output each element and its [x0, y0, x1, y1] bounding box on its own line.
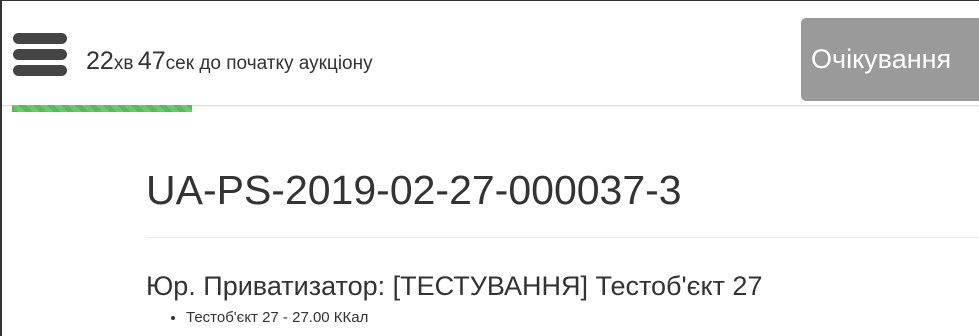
menu-bar-top — [13, 33, 67, 44]
countdown-minutes: 22 — [86, 47, 114, 75]
hamburger-menu-icon[interactable] — [13, 33, 67, 77]
auction-countdown: 22хв 47сек до початку аукціону — [86, 45, 373, 77]
countdown-suffix: до початку аукціону — [194, 53, 373, 74]
auction-id-heading: UA-PS-2019-02-27-000037-3 — [146, 167, 682, 213]
countdown-seconds: 47 — [137, 47, 166, 75]
countdown-seconds-unit: сек — [165, 53, 195, 74]
top-bar: 22хв 47сек до початку аукціону Очікуванн… — [2, 1, 979, 106]
section-divider — [146, 237, 979, 238]
list-item: Тестоб'єкт 27 - 27.00 ККал — [186, 307, 368, 329]
countdown-progress-bar — [12, 105, 192, 112]
organizer-title: Юр. Приватизатор: [ТЕСТУВАННЯ] Тестоб'єк… — [146, 271, 763, 301]
countdown-minutes-unit: хв — [113, 53, 134, 74]
menu-bar-bottom — [13, 65, 67, 76]
status-button[interactable]: Очікування — [801, 18, 979, 101]
lot-items-list: Тестоб'єкт 27 - 27.00 ККал — [146, 307, 368, 329]
menu-bar-middle — [13, 49, 67, 60]
